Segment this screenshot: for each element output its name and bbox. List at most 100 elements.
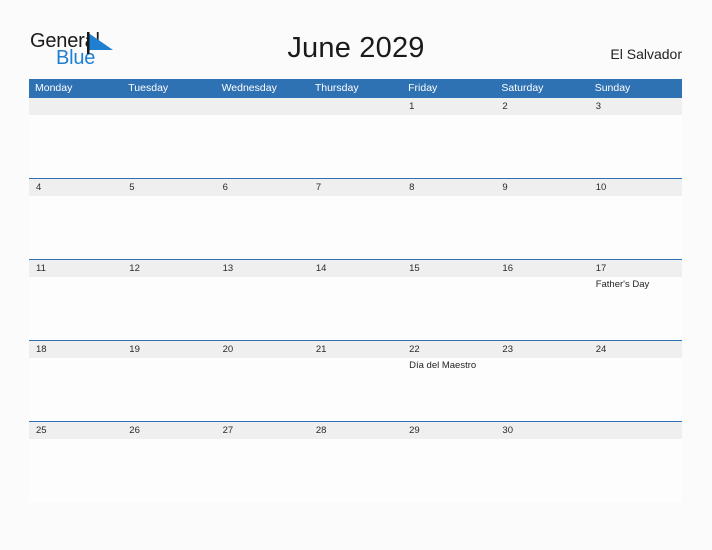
day-cell[interactable] [216,196,309,259]
day-number[interactable] [589,422,682,439]
day-cell[interactable] [402,277,495,340]
day-cell[interactable]: Father's Day [589,277,682,340]
day-cell[interactable] [309,115,402,178]
day-number[interactable]: 28 [309,422,402,439]
weekday-header-wednesday: Wednesday [221,82,277,94]
calendar-week-row: 18 19 20 21 22 23 24 Día del Maestro [29,340,682,421]
week-daynumber-strip: 25 26 27 28 29 30 [29,422,682,439]
day-cell[interactable] [122,115,215,178]
day-cell[interactable] [29,358,122,421]
day-number[interactable] [216,98,309,115]
day-cell[interactable] [122,277,215,340]
day-number[interactable]: 30 [495,422,588,439]
day-number[interactable]: 9 [495,179,588,196]
day-cell[interactable] [589,196,682,259]
day-number[interactable]: 14 [309,260,402,277]
day-number[interactable] [29,98,122,115]
day-cell[interactable] [29,439,122,502]
week-event-area: Día del Maestro [29,358,682,421]
day-cell[interactable] [29,196,122,259]
week-daynumber-strip: 1 2 3 [29,98,682,115]
page-title: June 2029 [287,32,425,64]
day-number[interactable]: 27 [216,422,309,439]
day-number[interactable]: 12 [122,260,215,277]
week-event-area [29,196,682,259]
calendar-grid: Monday Tuesday Wednesday Thursday Friday… [29,79,682,502]
calendar-week-row: 4 5 6 7 8 9 10 [29,178,682,259]
day-event: Día del Maestro [409,360,477,371]
day-number[interactable]: 19 [122,341,215,358]
day-number[interactable]: 3 [589,98,682,115]
day-cell[interactable] [216,115,309,178]
day-number[interactable]: 13 [216,260,309,277]
calendar-page: General Blue June 2029 El Salvador Monda… [0,0,712,550]
day-number[interactable]: 24 [589,341,682,358]
day-cell[interactable] [495,277,588,340]
weekday-header-tuesday: Tuesday [128,82,169,94]
day-number[interactable]: 7 [309,179,402,196]
weekday-header-thursday: Thursday [314,82,359,94]
day-number[interactable]: 26 [122,422,215,439]
day-number[interactable]: 22 [402,341,495,358]
day-cell[interactable] [309,277,402,340]
day-cell[interactable] [29,277,122,340]
day-cell[interactable] [495,358,588,421]
weekday-header-monday: Monday [35,82,73,94]
page-header: General Blue June 2029 El Salvador [0,0,712,78]
day-cell[interactable] [495,196,588,259]
day-number[interactable]: 21 [309,341,402,358]
day-number[interactable] [309,98,402,115]
week-event-area [29,115,682,178]
day-number[interactable]: 1 [402,98,495,115]
calendar-week-row: 25 26 27 28 29 30 [29,421,682,502]
day-number[interactable]: 20 [216,341,309,358]
week-event-area: Father's Day [29,277,682,340]
day-event: Father's Day [595,279,650,290]
day-cell[interactable] [589,439,682,502]
weekday-header-friday: Friday [408,82,438,94]
day-cell[interactable] [122,358,215,421]
day-number[interactable]: 4 [29,179,122,196]
calendar-week-row: 11 12 13 14 15 16 17 Father's Day [29,259,682,340]
day-cell[interactable] [402,115,495,178]
weekday-header-saturday: Saturday [501,82,544,94]
day-cell[interactable] [122,196,215,259]
weekday-header-sunday: Sunday [594,82,631,94]
day-number[interactable]: 2 [495,98,588,115]
week-daynumber-strip: 18 19 20 21 22 23 24 [29,341,682,358]
day-number[interactable]: 18 [29,341,122,358]
day-cell[interactable] [29,115,122,178]
day-cell[interactable] [402,439,495,502]
week-daynumber-strip: 4 5 6 7 8 9 10 [29,179,682,196]
day-number[interactable]: 5 [122,179,215,196]
day-number[interactable]: 23 [495,341,588,358]
day-cell[interactable] [309,358,402,421]
day-number[interactable]: 11 [29,260,122,277]
day-cell[interactable] [402,196,495,259]
day-cell[interactable] [495,115,588,178]
day-number[interactable]: 17 [589,260,682,277]
day-cell[interactable] [589,115,682,178]
day-cell[interactable] [216,277,309,340]
country-label: El Salvador [610,46,682,62]
day-cell[interactable] [216,358,309,421]
day-cell[interactable] [495,439,588,502]
day-number[interactable]: 29 [402,422,495,439]
day-cell[interactable] [122,439,215,502]
weekday-header-row: Monday Tuesday Wednesday Thursday Friday… [29,79,682,97]
day-cell[interactable] [589,358,682,421]
week-event-area [29,439,682,502]
day-number[interactable] [122,98,215,115]
week-daynumber-strip: 11 12 13 14 15 16 17 [29,260,682,277]
day-number[interactable]: 10 [589,179,682,196]
day-number[interactable]: 15 [402,260,495,277]
day-number[interactable]: 16 [495,260,588,277]
day-number[interactable]: 8 [402,179,495,196]
day-cell[interactable] [216,439,309,502]
day-number[interactable]: 6 [216,179,309,196]
calendar-week-row: 1 2 3 [29,97,682,178]
day-cell[interactable]: Día del Maestro [402,358,495,421]
day-number[interactable]: 25 [29,422,122,439]
day-cell[interactable] [309,439,402,502]
day-cell[interactable] [309,196,402,259]
